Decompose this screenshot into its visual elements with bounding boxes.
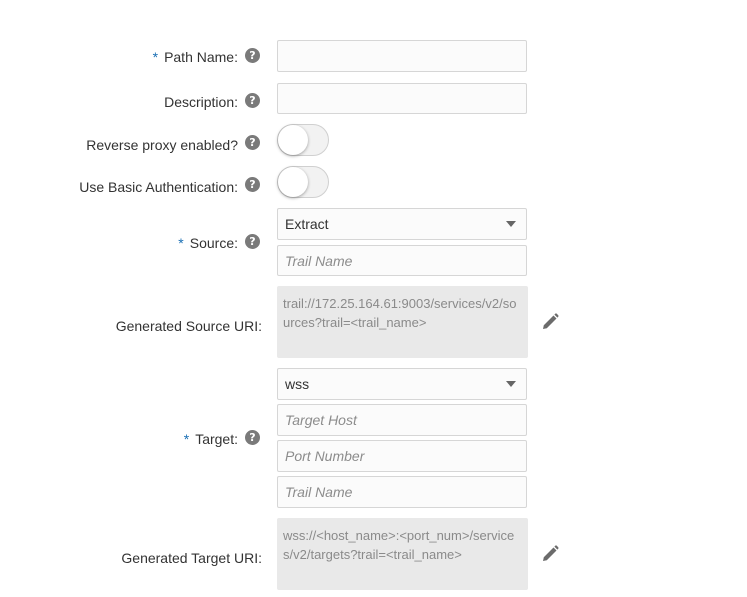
source-select[interactable]: Extract — [277, 208, 527, 240]
toggle-knob — [278, 125, 308, 155]
description-row: Description: ? — [0, 83, 747, 115]
target-trail-name-input[interactable] — [277, 476, 527, 508]
help-icon[interactable]: ? — [245, 48, 260, 63]
source-label: * Source: — [178, 235, 238, 251]
help-icon[interactable]: ? — [245, 234, 260, 249]
port-number-input[interactable] — [277, 440, 527, 472]
source-selected-value: Extract — [285, 216, 329, 232]
reverse-proxy-label-text: Reverse proxy enabled? — [86, 137, 238, 153]
description-label: Description: — [164, 94, 238, 110]
chevron-down-icon — [506, 381, 516, 387]
help-icon[interactable]: ? — [245, 135, 260, 150]
generated-target-uri-value: wss://<host_name>:<port_num>/services/v2… — [277, 518, 528, 590]
target-host-input[interactable] — [277, 404, 527, 436]
help-icon[interactable]: ? — [245, 177, 260, 192]
basic-auth-row: Use Basic Authentication: ? — [0, 166, 747, 198]
toggle-knob — [278, 167, 308, 197]
reverse-proxy-toggle[interactable] — [277, 124, 329, 156]
required-marker: * — [178, 235, 184, 251]
pencil-icon[interactable] — [541, 545, 559, 563]
target-selected-value: wss — [285, 376, 310, 392]
description-label-text: Description: — [164, 94, 238, 110]
reverse-proxy-row: Reverse proxy enabled? ? — [0, 124, 747, 156]
generated-source-uri-value: trail://172.25.164.61:9003/services/v2/s… — [277, 286, 528, 358]
path-name-label: * Path Name: — [153, 49, 238, 65]
path-name-input[interactable] — [277, 40, 527, 72]
reverse-proxy-label: Reverse proxy enabled? — [86, 137, 238, 153]
generated-target-uri-label: Generated Target URI: — [121, 550, 262, 566]
required-marker: * — [183, 431, 190, 447]
target-label-text: Target: — [195, 431, 238, 447]
generated-target-uri-row: Generated Target URI: wss://<host_name>:… — [0, 518, 747, 590]
path-name-label-text: Path Name: — [164, 49, 238, 65]
basic-auth-label: Use Basic Authentication: — [79, 179, 238, 195]
basic-auth-toggle[interactable] — [277, 166, 329, 198]
generated-source-uri-label: Generated Source URI: — [116, 318, 262, 334]
generated-source-uri-row: Generated Source URI: trail://172.25.164… — [0, 286, 747, 358]
path-name-row: * Path Name: ? — [0, 40, 747, 72]
help-icon[interactable]: ? — [245, 430, 260, 445]
target-label: * Target: — [184, 431, 238, 447]
required-marker: * — [152, 49, 159, 65]
source-trail-name-input[interactable] — [277, 245, 527, 276]
source-row: * Source: ? Extract — [0, 208, 747, 276]
description-input[interactable] — [277, 83, 527, 114]
pencil-icon[interactable] — [541, 313, 559, 331]
generated-target-uri-label-text: Generated Target URI: — [121, 550, 262, 566]
basic-auth-label-text: Use Basic Authentication: — [79, 179, 238, 195]
target-protocol-select[interactable]: wss — [277, 368, 527, 400]
target-row: * Target: ? wss — [0, 368, 747, 508]
help-icon[interactable]: ? — [245, 93, 260, 108]
chevron-down-icon — [506, 221, 516, 227]
source-label-text: Source: — [189, 235, 238, 251]
generated-source-uri-label-text: Generated Source URI: — [115, 318, 262, 334]
